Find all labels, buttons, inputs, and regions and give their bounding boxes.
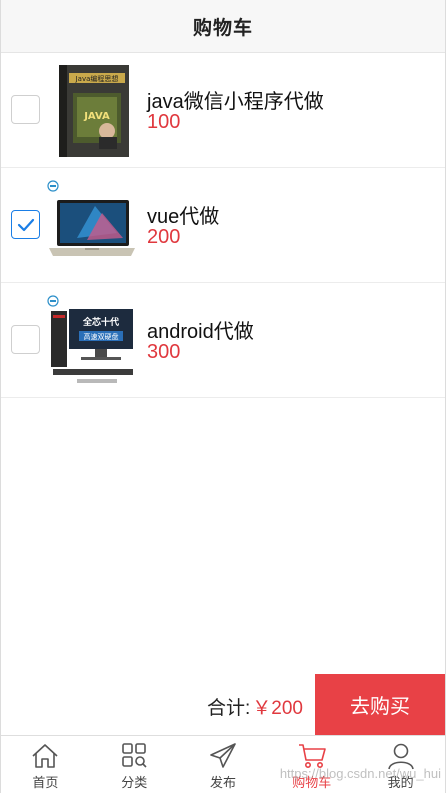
- tab-label: 首页: [32, 775, 59, 790]
- paper-plane-icon: [210, 743, 236, 768]
- tab-label: 发布: [209, 775, 236, 790]
- tab-category[interactable]: 分类: [90, 736, 179, 793]
- cart-item: 全芯十代 高速双硬盘 android代做 300: [1, 283, 445, 398]
- item-price: 100: [147, 111, 181, 133]
- item-price: 200: [147, 226, 181, 248]
- desktop-banner-top: 全芯十代: [82, 316, 119, 328]
- product-image-laptop[interactable]: [47, 178, 137, 273]
- item-name: java微信小程序代做: [147, 91, 324, 113]
- book-cover-center: JAVA: [83, 111, 110, 122]
- cart-icon: [298, 744, 326, 768]
- book-cover-title: Java编程思想: [75, 74, 119, 83]
- tab-label: 购物车: [292, 775, 332, 790]
- product-image-desktop-pc[interactable]: 全芯十代 高速双硬盘: [47, 293, 137, 388]
- tab-home[interactable]: 首页: [1, 736, 90, 793]
- tab-publish[interactable]: 发布: [179, 736, 268, 793]
- grid-category-icon: [122, 743, 147, 768]
- item-checkbox-checked[interactable]: [11, 210, 40, 239]
- desktop-banner-bottom: 高速双硬盘: [84, 332, 119, 341]
- total-price: ￥200: [252, 698, 303, 719]
- total-label: 合计:: [207, 698, 251, 719]
- checkmark-icon: [17, 218, 34, 231]
- page-title: 购物车: [192, 17, 253, 39]
- item-price: 300: [147, 341, 181, 363]
- page-header: 购物车: [1, 0, 445, 53]
- buy-button[interactable]: 去购买: [315, 674, 445, 735]
- product-image-java-book[interactable]: Java编程思想 JAVA: [47, 63, 137, 158]
- item-name: vue代做: [147, 206, 220, 228]
- item-name: android代做: [147, 321, 254, 343]
- item-checkbox[interactable]: [11, 325, 40, 354]
- cart-item: Java编程思想 JAVA java微信小程序代做 100: [1, 53, 445, 168]
- bottom-tab-bar: 首页 分类 发布 购物车 我的: [1, 735, 445, 793]
- cart-list: Java编程思想 JAVA java微信小程序代做 100 vue代做 200 …: [1, 53, 445, 398]
- item-checkbox[interactable]: [11, 95, 40, 124]
- cart-item: vue代做 200: [1, 168, 445, 283]
- tab-label: 我的: [387, 775, 414, 790]
- tab-cart[interactable]: 购物车: [267, 736, 356, 793]
- user-icon: [387, 743, 414, 770]
- checkout-bar: 合计: ￥200 去购买: [1, 674, 445, 735]
- tab-profile[interactable]: 我的: [356, 736, 445, 793]
- tab-label: 分类: [121, 775, 148, 790]
- home-icon: [32, 744, 58, 768]
